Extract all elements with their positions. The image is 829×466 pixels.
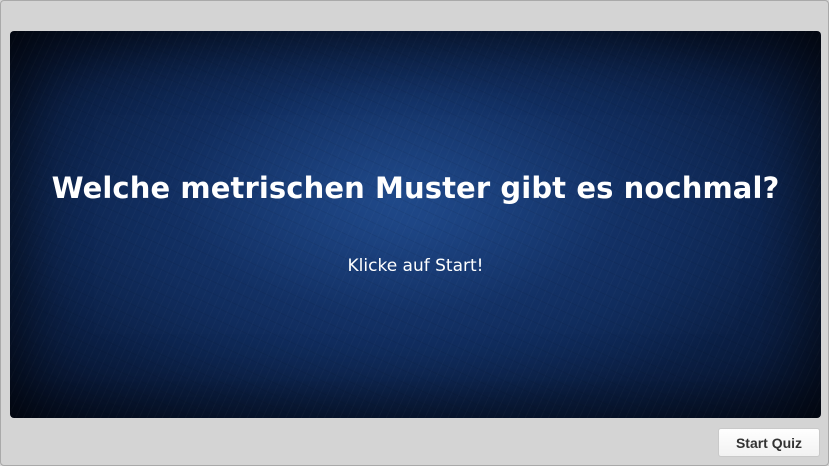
slide-title: Welche metrischen Muster gibt es nochmal… xyxy=(51,171,780,205)
start-quiz-button[interactable]: Start Quiz xyxy=(718,428,820,457)
quiz-frame: Welche metrischen Muster gibt es nochmal… xyxy=(0,0,829,466)
slide-subtitle: Klicke auf Start! xyxy=(347,256,484,276)
intro-slide: Welche metrischen Muster gibt es nochmal… xyxy=(10,31,821,418)
